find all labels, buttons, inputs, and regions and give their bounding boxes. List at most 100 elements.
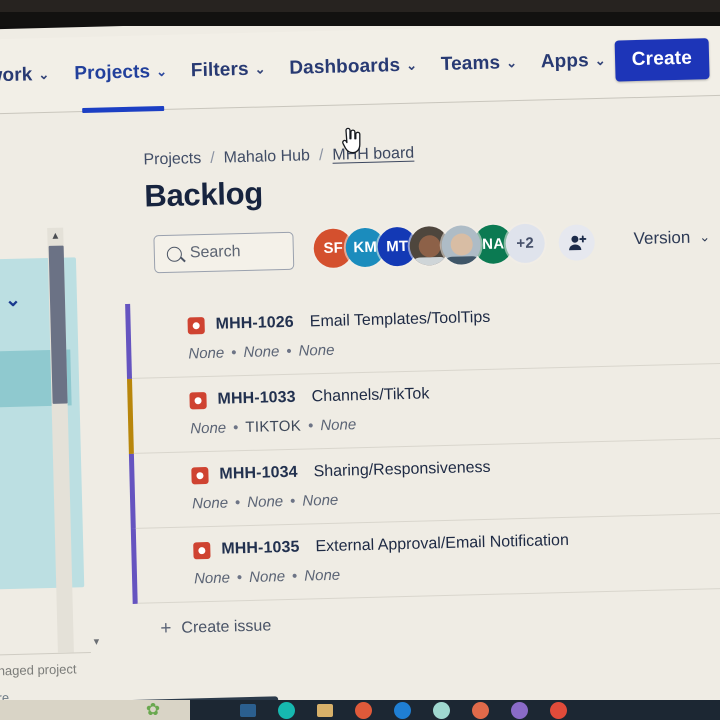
issue-meta: None • TIKTOK • None xyxy=(190,416,356,437)
chevron-down-icon: ⌄ xyxy=(405,57,418,73)
issue-epic-stripe xyxy=(130,528,138,604)
issue-summary[interactable]: Channels/TikTok xyxy=(311,385,429,406)
chevron-down-icon: ⌄ xyxy=(155,63,168,80)
meta-separator: • xyxy=(307,417,314,435)
folder-icon[interactable] xyxy=(317,703,333,717)
backlog-issue-list: MHH-1026 Email Templates/ToolTips None •… xyxy=(125,288,720,604)
issue-epic-stripe xyxy=(125,303,133,380)
chevron-down-icon: ⌄ xyxy=(594,52,606,69)
issue-summary[interactable]: External Approval/Email Notification xyxy=(315,532,569,556)
chevron-down-icon: ⌄ xyxy=(505,55,518,71)
scroll-up-arrow-icon[interactable]: ▲ xyxy=(48,231,62,242)
nav-item-projects[interactable]: Projects ⌄ xyxy=(65,61,176,86)
issue-meta-sprint[interactable]: None xyxy=(320,416,356,434)
issue-meta-epic[interactable]: None xyxy=(188,345,224,363)
issue-header: MHH-1035 External Approval/Email Notific… xyxy=(193,532,569,559)
sidebar-footer-project-type: any-managed project xyxy=(0,661,77,680)
issue-key[interactable]: MHH-1033 xyxy=(217,389,296,409)
search-input[interactable]: Search xyxy=(153,231,295,274)
backlog-content: Projects / Mahalo Hub / MHH board Backlo… xyxy=(93,106,720,720)
issue-meta-epic[interactable]: None xyxy=(194,569,230,587)
nav-item-label: r work xyxy=(0,64,33,87)
bug-icon xyxy=(187,316,205,334)
nav-item-filters[interactable]: Filters ⌄ xyxy=(182,58,275,82)
teal-app-icon[interactable] xyxy=(278,701,295,719)
issue-epic-stripe xyxy=(127,378,134,454)
blue-app-icon[interactable] xyxy=(394,701,411,719)
create-issue-label: Create issue xyxy=(181,617,272,637)
issue-key[interactable]: MHH-1034 xyxy=(219,464,298,484)
version-dropdown-label: Version xyxy=(633,227,691,249)
sidebar-collapse-icon[interactable]: ▾ xyxy=(93,635,100,648)
bug-icon xyxy=(189,391,207,409)
add-person-icon[interactable] xyxy=(558,224,596,262)
version-dropdown[interactable]: Version ⌄ xyxy=(633,227,710,249)
avatar-overflow-count[interactable]: +2 xyxy=(505,223,546,264)
meta-separator: • xyxy=(289,492,296,510)
chevron-down-icon[interactable]: ⌄ xyxy=(5,289,21,312)
issue-meta-label[interactable]: None xyxy=(249,568,285,586)
purple-app-icon[interactable] xyxy=(511,701,528,719)
issue-header: MHH-1026 Email Templates/ToolTips xyxy=(187,309,490,335)
breadcrumb-item-mahalo-hub[interactable]: Mahalo Hub xyxy=(223,147,310,167)
create-button[interactable]: Create xyxy=(614,37,710,82)
search-placeholder: Search xyxy=(189,243,241,262)
row-divider xyxy=(137,586,720,604)
nav-active-indicator xyxy=(82,105,165,114)
search-icon xyxy=(166,246,183,262)
issue-summary[interactable]: Sharing/Responsiveness xyxy=(313,459,490,481)
taskbar-icon-group xyxy=(240,700,567,720)
chevron-down-icon: ⌄ xyxy=(38,66,50,83)
nav-item-label: Filters xyxy=(190,58,249,82)
issue-meta-epic[interactable]: None xyxy=(192,494,228,512)
bug-icon xyxy=(193,541,211,559)
issue-summary[interactable]: Email Templates/ToolTips xyxy=(310,309,491,332)
breadcrumb: Projects / Mahalo Hub / MHH board xyxy=(143,145,414,170)
meta-separator: • xyxy=(236,569,243,587)
issue-meta-sprint[interactable]: None xyxy=(298,342,334,360)
nav-item-dashboards[interactable]: Dashboards ⌄ xyxy=(280,54,426,80)
breadcrumb-separator: / xyxy=(318,146,324,165)
issue-meta-label[interactable]: TIKTOK xyxy=(245,418,301,436)
bug-icon xyxy=(191,466,209,484)
chrome-icon[interactable] xyxy=(355,701,372,719)
meta-separator: • xyxy=(234,494,241,512)
plant-icon: ✿ xyxy=(145,700,161,719)
nav-item-teams[interactable]: Teams ⌄ xyxy=(432,52,527,76)
orange-app-icon[interactable] xyxy=(472,701,489,719)
chevron-down-icon: ⌄ xyxy=(254,61,266,77)
issue-meta: None • None • None xyxy=(188,342,334,363)
issue-meta: None • None • None xyxy=(194,567,340,588)
issue-epic-stripe xyxy=(128,453,136,529)
avatar[interactable] xyxy=(441,225,482,265)
red-app-icon[interactable] xyxy=(550,701,567,719)
issue-header: MHH-1033 Channels/TikTok xyxy=(189,385,430,409)
nav-item-label: Projects xyxy=(74,61,151,85)
global-navigation-bar: r work ⌄ Projects ⌄ Filters ⌄ Dashboards… xyxy=(0,19,720,115)
issue-key[interactable]: MHH-1035 xyxy=(221,539,300,559)
nav-item-apps[interactable]: Apps ⌄ xyxy=(532,50,615,74)
meta-separator: • xyxy=(291,567,298,585)
breadcrumb-item-projects[interactable]: Projects xyxy=(143,150,201,169)
white-app-icon[interactable] xyxy=(433,701,450,719)
issue-key[interactable]: MHH-1026 xyxy=(215,314,294,334)
create-issue-button[interactable]: + Create issue xyxy=(160,615,271,640)
meta-separator: • xyxy=(286,342,292,360)
mouse-cursor-hand xyxy=(338,126,364,156)
nav-item-your-work[interactable]: r work ⌄ xyxy=(0,64,59,88)
nav-item-label: Teams xyxy=(440,52,501,75)
avatar-group: SF KM MT NA +2 xyxy=(313,223,546,269)
issue-meta-label[interactable]: None xyxy=(243,343,279,361)
nav-item-label: Apps xyxy=(540,50,590,73)
edge-icon[interactable] xyxy=(240,703,256,717)
meta-separator: • xyxy=(232,419,239,437)
backlog-toolbar: Search SF KM MT NA +2 Version ⌄ xyxy=(145,218,720,283)
screen-photo: r work ⌄ Projects ⌄ Filters ⌄ Dashboards… xyxy=(0,0,720,720)
issue-meta-sprint[interactable]: None xyxy=(302,492,338,510)
issue-meta-epic[interactable]: None xyxy=(190,420,226,438)
issue-meta-sprint[interactable]: None xyxy=(304,567,340,585)
issue-meta-label[interactable]: None xyxy=(247,493,283,511)
chevron-down-icon: ⌄ xyxy=(699,229,711,245)
issue-meta: None • None • None xyxy=(192,492,338,513)
table-row[interactable]: MHH-1035 External Approval/Email Notific… xyxy=(130,513,720,604)
